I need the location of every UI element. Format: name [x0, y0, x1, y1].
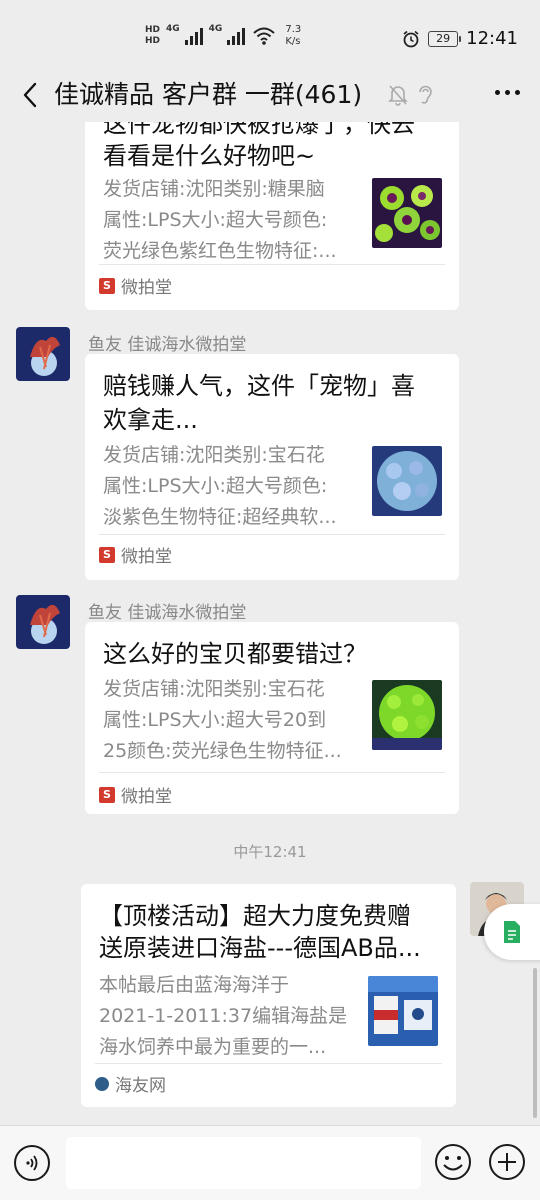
- weipaitang-logo-icon: S: [99, 546, 115, 563]
- message-timestamp: 中午12:41: [233, 843, 307, 861]
- network-type-2: 4G: [208, 24, 223, 34]
- voice-icon: [26, 1155, 38, 1171]
- card-source: S 微拍堂: [99, 542, 172, 567]
- card-source: S 微拍堂: [99, 782, 172, 807]
- card-title-line: 送原装进口海盐---德国AB品...: [99, 934, 421, 962]
- card-source: 海友网: [95, 1071, 166, 1096]
- voice-button[interactable]: [14, 1145, 50, 1181]
- weipaitang-logo-icon: S: [99, 786, 115, 803]
- wifi-icon: [253, 27, 275, 45]
- card-source: S 微拍堂: [99, 273, 172, 298]
- card-thumbnail: [372, 178, 442, 248]
- link-card[interactable]: 这么好的宝贝都要错过？ 发货店铺:沈阳类别:宝石花 属性:LPS大小:超大号20…: [85, 622, 459, 814]
- bell-off-icon: [388, 85, 408, 106]
- alarm-icon: [403, 30, 419, 47]
- chevron-left-icon: [23, 82, 37, 108]
- card-title-line: 这么好的宝贝都要错过？: [103, 640, 367, 668]
- link-card[interactable]: 这件宠物都快被抢爆了，快去 看看是什么好物吧~ 发货店铺:沈阳类别:糖果脑 属性…: [85, 122, 459, 310]
- back-button[interactable]: [14, 78, 46, 112]
- status-right: 29 12:41: [402, 28, 518, 49]
- card-title-line: 这件宠物都快被抢爆了，快去: [103, 122, 415, 138]
- status-bar: HD HD 4G 4G 7.3 K/s 29 12:41: [0, 0, 540, 70]
- chat-header: 佳诚精品 客户群 一群(461): [0, 70, 540, 122]
- card-title-line: 赔钱赚人气，这件「宠物」喜: [103, 372, 415, 400]
- document-icon: [504, 921, 520, 943]
- card-thumbnail: [368, 976, 438, 1046]
- haiyouwang-logo-icon: [95, 1076, 109, 1091]
- message-input[interactable]: [66, 1137, 421, 1189]
- input-bar: [0, 1125, 540, 1200]
- avatar[interactable]: [16, 327, 70, 381]
- message-list[interactable]: 这件宠物都快被抢爆了，快去 看看是什么好物吧~ 发货店铺:沈阳类别:糖果脑 属性…: [0, 122, 540, 1125]
- card-description: 发货店铺:沈阳类别:糖果脑 属性:LPS大小:超大号颜色: 荧光绿色紫红色生物特…: [103, 178, 337, 262]
- weipaitang-logo-icon: S: [99, 277, 115, 294]
- card-thumbnail: [372, 446, 442, 516]
- card-description: 发货店铺:沈阳类别:宝石花 属性:LPS大小:超大号颜色: 淡紫色生物特征:超经…: [103, 444, 337, 528]
- plus-icon[interactable]: [488, 1143, 526, 1181]
- more-button[interactable]: [495, 90, 520, 95]
- card-thumbnail: [372, 680, 442, 750]
- clock: 12:41: [466, 28, 518, 49]
- signal-icon-2: [227, 27, 246, 45]
- battery-indicator: 29: [428, 30, 462, 47]
- chat-title: 佳诚精品 客户群 一群(461): [54, 80, 363, 109]
- network-speed: 7.3 K/s: [285, 24, 302, 47]
- card-title-line: 【顶楼活动】超大力度免费赠: [99, 902, 411, 930]
- card-description: 本帖最后由蓝海海洋于 2021-1-2011:37编辑海盐是 海水饲养中最为重要…: [99, 974, 348, 1058]
- avatar[interactable]: [16, 595, 70, 649]
- hd-indicator: HD HD: [145, 25, 161, 46]
- status-indicators: HD HD 4G 4G 7.3 K/s: [145, 24, 301, 48]
- link-card[interactable]: 赔钱赚人气，这件「宠物」喜 欢拿走... 发货店铺:沈阳类别:宝石花 属性:LP…: [85, 354, 459, 580]
- sender-name: 鱼友 佳诚海水微拍堂: [88, 603, 247, 623]
- signal-icon: [184, 27, 203, 45]
- card-description: 发货店铺:沈阳类别:宝石花 属性:LPS大小:超大号20到 25颜色:荧光绿色生…: [103, 678, 342, 762]
- link-card[interactable]: 【顶楼活动】超大力度免费赠 送原装进口海盐---德国AB品... 本帖最后由蓝海…: [81, 884, 456, 1107]
- ear-icon: [419, 85, 432, 104]
- sender-name: 鱼友 佳诚海水微拍堂: [88, 335, 247, 355]
- card-title-line: 看看是什么好物吧~: [103, 142, 316, 170]
- card-title-line: 欢拿走...: [103, 406, 198, 434]
- network-type-1: 4G: [166, 24, 180, 34]
- scrollbar[interactable]: [533, 968, 537, 1118]
- emoji-icon[interactable]: [434, 1143, 472, 1181]
- floating-window-button[interactable]: [484, 904, 540, 960]
- more-icon: [495, 90, 500, 95]
